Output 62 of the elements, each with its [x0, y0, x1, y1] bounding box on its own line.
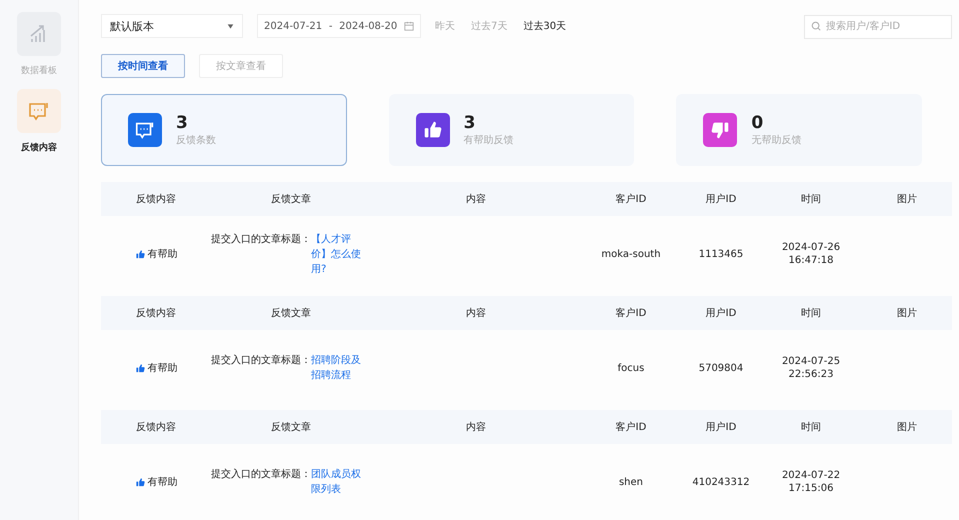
stat-label: 有帮助反馈: [464, 134, 514, 147]
date-range-field[interactable]: 2024-07-21 - 2024-08-20: [257, 14, 421, 38]
column-header: 时间: [801, 192, 821, 206]
column-header: 内容: [466, 420, 486, 434]
column-header: 用户ID: [706, 192, 736, 206]
stat-card[interactable]: 0 无帮助反馈: [676, 94, 922, 166]
column-header: 时间: [801, 420, 821, 434]
article-link[interactable]: 招聘阶段及招聘流程: [311, 353, 369, 383]
column-header: 客户ID: [616, 192, 646, 206]
view-toggle-button[interactable]: 按时间查看: [101, 54, 185, 78]
article-label: 提交入口的文章标题：: [211, 468, 311, 482]
column-header: 图片: [897, 306, 917, 320]
column-header: 反馈内容: [136, 306, 176, 320]
article-link[interactable]: 【人才评价】怎么使用?: [311, 232, 369, 276]
stat-value: 0: [751, 113, 764, 133]
table-cell: moka-south: [601, 248, 661, 260]
column-header: 客户ID: [616, 306, 646, 320]
article-link[interactable]: 团队成员权限列表: [311, 467, 369, 497]
table-cell-text: 2024-07-25 22:56:23: [780, 355, 842, 381]
column-header: 用户ID: [706, 420, 736, 434]
column-header: 图片: [897, 192, 917, 206]
caret-icon: [227, 24, 234, 28]
helpful-label: 有帮助: [134, 247, 178, 261]
stat-label: 无帮助反馈: [751, 134, 802, 147]
column-header: 内容: [466, 192, 486, 206]
article-label: 提交入口的文章标题：: [211, 354, 311, 368]
stat-label: 反馈条数: [176, 134, 216, 147]
column-header: 图片: [897, 420, 917, 434]
table-cell: shen: [618, 476, 644, 488]
article-label: 提交入口的文章标题：: [211, 232, 311, 246]
column-header: 反馈文章: [271, 192, 311, 206]
helpful-label: 有帮助: [134, 361, 178, 375]
stat-value: 3: [176, 113, 189, 133]
table-cell: 1113465: [698, 248, 744, 260]
stat-value: 3: [464, 113, 477, 133]
thumbs-up-icon: [134, 476, 146, 488]
table-cell: focus: [618, 362, 644, 374]
sidebar-tile[interactable]: [17, 89, 61, 133]
search-icon: [811, 21, 821, 31]
column-header: 用户ID: [706, 306, 736, 320]
calendar-icon: [404, 21, 414, 31]
table-cell: 5709804: [698, 362, 744, 374]
column-header: 反馈内容: [136, 420, 176, 434]
sidebar-label[interactable]: 反馈内容: [21, 141, 57, 154]
column-header: 反馈文章: [271, 420, 311, 434]
table-cell-text: 2024-07-22 17:15:06: [780, 469, 842, 495]
search-field[interactable]: 搜索用户/客户ID: [804, 14, 952, 38]
helpful-label: 有帮助: [134, 475, 178, 489]
column-header: 客户ID: [616, 420, 646, 434]
stat-card[interactable]: 3 有帮助反馈: [388, 94, 634, 166]
column-header: 内容: [466, 306, 486, 320]
column-header: 反馈文章: [271, 306, 311, 320]
table-cell-text: 2024-07-26 16:47:18: [780, 241, 842, 267]
stat-card[interactable]: 3 反馈条数: [101, 94, 347, 166]
sidebar-tile[interactable]: [17, 12, 61, 56]
date-range-tab[interactable]: 过去30天: [521, 19, 568, 33]
thumbs-up-icon: [134, 248, 146, 260]
table-cell: 410243312: [692, 476, 750, 488]
column-header: 反馈内容: [136, 192, 176, 206]
thumbs-up-icon: [134, 362, 146, 374]
column-header: 时间: [801, 306, 821, 320]
version-select[interactable]: 默认版本: [101, 14, 243, 38]
